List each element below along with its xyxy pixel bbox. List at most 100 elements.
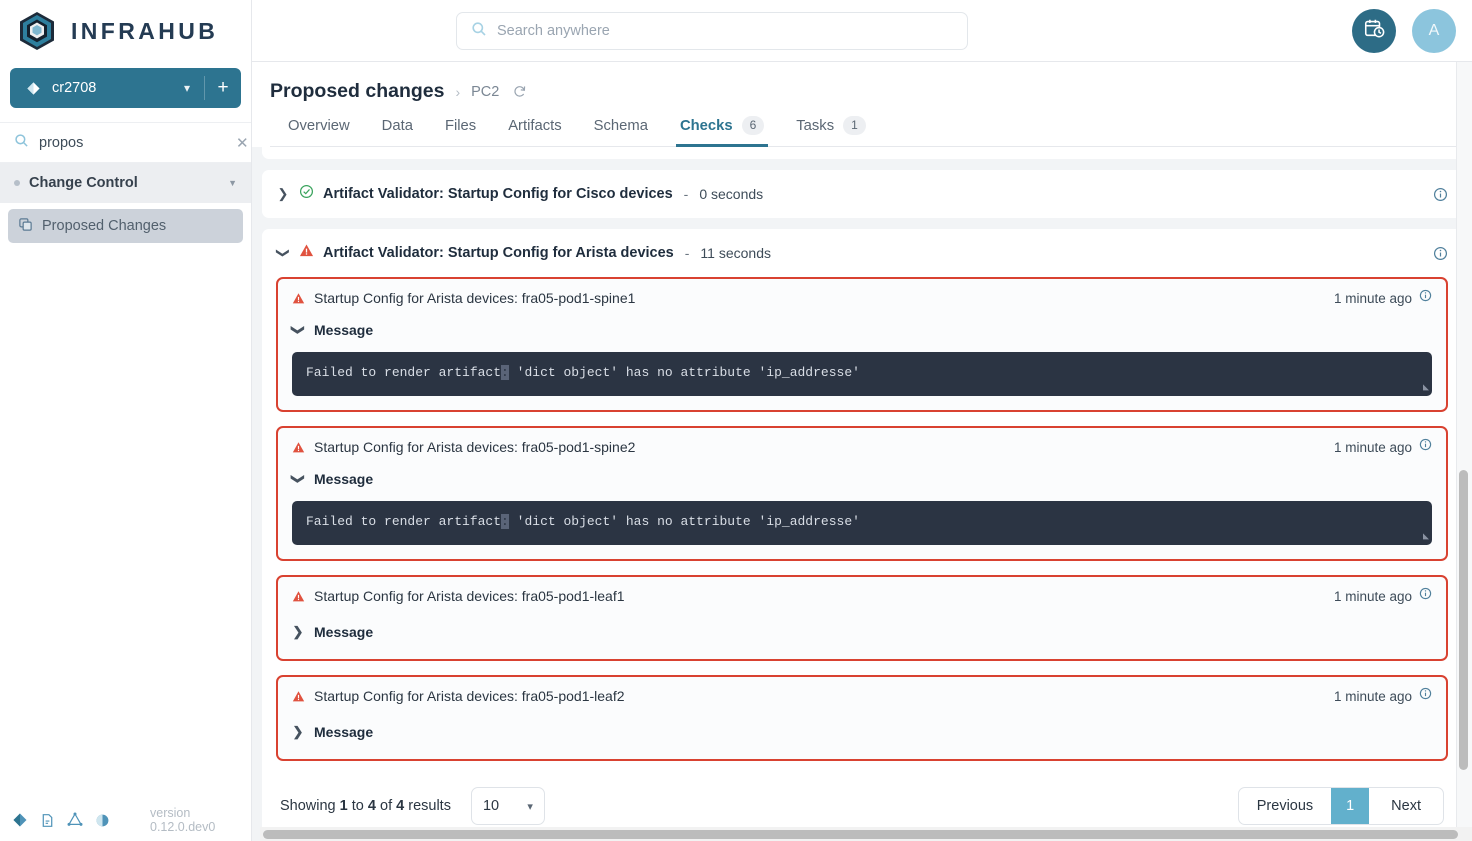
calendar-clock-icon [1363, 17, 1385, 44]
result-meta: 1 minute ago [1334, 587, 1432, 605]
main-area: A Proposed changes › PC2 Overview Data F… [252, 0, 1472, 841]
check-result-row[interactable]: Startup Config for Arista devices: fra05… [276, 426, 1448, 561]
message-code-block[interactable]: Failed to render artifact: 'dict object'… [292, 352, 1432, 396]
check-result-row[interactable]: Startup Config for Arista devices: fra05… [276, 675, 1448, 761]
top-bar: A [252, 0, 1472, 62]
result-meta: 1 minute ago [1334, 438, 1432, 456]
message-label: Message [314, 624, 373, 640]
check-result-row[interactable]: Startup Config for Arista devices: fra05… [276, 277, 1448, 412]
caret-down-icon[interactable]: ▼ [228, 178, 237, 188]
message-toggle[interactable]: ❯ Message [292, 719, 1432, 745]
resize-grip-icon[interactable]: ◢ [1423, 531, 1429, 543]
checks-scroll-area[interactable]: ❯ Artifact Validator: Startup Config for… [252, 147, 1472, 841]
info-icon[interactable] [1419, 289, 1432, 307]
page-size-select[interactable]: 10 ▾ [471, 787, 545, 825]
avatar[interactable]: A [1412, 9, 1456, 53]
infrahub-cube-logo-icon [16, 10, 58, 52]
message-code-block[interactable]: Failed to render artifact: 'dict object'… [292, 501, 1432, 545]
chevron-down-icon[interactable]: ❯ [290, 324, 306, 336]
chevron-right-icon[interactable]: ❯ [276, 186, 290, 202]
add-branch-button[interactable]: + [205, 77, 241, 99]
sidebar: INFRAHUB cr2708 ▾ + ✕ [0, 0, 252, 841]
check-header[interactable]: ❯ Artifact Validator: Startup Config for… [276, 229, 1448, 277]
tab-data[interactable]: Data [366, 116, 429, 146]
branch-selector[interactable]: cr2708 ▾ + [10, 68, 241, 108]
info-icon[interactable] [1433, 246, 1448, 261]
global-search[interactable] [456, 12, 968, 50]
avatar-initial: A [1429, 22, 1440, 40]
chevron-right-icon[interactable]: ❯ [292, 624, 304, 640]
message-toggle[interactable]: ❯ Message [292, 619, 1432, 645]
chevron-down-icon[interactable]: ❯ [290, 473, 306, 485]
tab-schema[interactable]: Schema [578, 116, 664, 146]
previous-page-button[interactable]: Previous [1239, 788, 1331, 824]
check-card-cisco[interactable]: ❯ Artifact Validator: Startup Config for… [262, 170, 1462, 218]
showing-label: Showing [280, 798, 336, 814]
results-label: results [408, 798, 451, 814]
breadcrumb-current: PC2 [471, 84, 499, 100]
tab-artifacts[interactable]: Artifacts [492, 116, 577, 146]
chevron-down-icon[interactable]: ▾ [170, 81, 204, 95]
tab-tasks[interactable]: Tasks 1 [780, 116, 882, 146]
globe-icon[interactable] [95, 813, 110, 828]
result-header: Startup Config for Arista devices: fra05… [292, 428, 1432, 466]
brand-name: INFRAHUB [71, 18, 218, 45]
sidebar-group-label: Change Control [29, 175, 138, 191]
message-toggle[interactable]: ❯ Message [292, 466, 1432, 492]
chevron-down-icon[interactable]: ❯ [275, 246, 291, 260]
range-of-label: of [380, 798, 392, 814]
document-icon[interactable] [40, 813, 55, 828]
page-title[interactable]: Proposed changes [270, 80, 444, 103]
tab-label: Schema [594, 118, 648, 134]
info-icon[interactable] [1433, 187, 1448, 202]
message-label: Message [314, 724, 373, 740]
next-page-button[interactable]: Next [1369, 788, 1443, 824]
tab-overview[interactable]: Overview [272, 116, 366, 146]
sidebar-search[interactable]: ✕ [0, 122, 251, 163]
app-root: INFRAHUB cr2708 ▾ + ✕ [0, 0, 1472, 841]
result-header: Startup Config for Arista devices: fra05… [292, 279, 1432, 317]
info-icon[interactable] [1419, 438, 1432, 456]
tab-label: Tasks [796, 118, 834, 134]
message-text-highlight: : [501, 365, 509, 380]
check-header[interactable]: ❯ Artifact Validator: Startup Config for… [276, 170, 1448, 218]
vertical-scrollbar-thumb[interactable] [1459, 470, 1468, 770]
brand-logo[interactable]: INFRAHUB [0, 0, 251, 62]
check-circle-icon [299, 184, 314, 204]
chevron-right-icon[interactable]: ❯ [292, 724, 304, 740]
sidebar-search-input[interactable] [39, 135, 226, 151]
check-card-clipped[interactable] [262, 147, 1462, 159]
check-card-arista[interactable]: ❯ Artifact Validator: Startup Config for… [262, 229, 1462, 841]
info-icon[interactable] [1419, 687, 1432, 705]
branch-name: cr2708 [52, 80, 170, 96]
message-text-post: 'dict object' has no attribute 'ip_addre… [509, 514, 860, 529]
horizontal-scrollbar[interactable] [260, 827, 1472, 841]
message-text-pre: Failed to render artifact [306, 365, 501, 380]
version-label: version 0.12.0.dev0 [150, 806, 239, 834]
tab-files[interactable]: Files [429, 116, 492, 146]
resize-grip-icon[interactable]: ◢ [1423, 382, 1429, 394]
message-toggle[interactable]: ❯ Message [292, 317, 1432, 343]
sidebar-item-proposed-changes[interactable]: Proposed Changes [8, 209, 243, 243]
warning-triangle-icon [292, 590, 305, 603]
close-icon[interactable]: ✕ [236, 134, 249, 152]
result-title: Startup Config for Arista devices: fra05… [314, 688, 625, 704]
calendar-clock-button[interactable] [1352, 9, 1396, 53]
tab-bar: Overview Data Files Artifacts Schema Che… [270, 103, 1472, 147]
global-search-input[interactable] [497, 23, 953, 39]
range-total: 4 [396, 798, 404, 814]
page-number-1-button[interactable]: 1 [1331, 788, 1369, 824]
tab-checks[interactable]: Checks 6 [664, 116, 780, 146]
vertical-scrollbar[interactable] [1459, 150, 1468, 810]
result-timestamp: 1 minute ago [1334, 689, 1412, 704]
range-to-label: to [352, 798, 364, 814]
sidebar-group-change-control[interactable]: Change Control ▼ [0, 163, 251, 203]
result-title: Startup Config for Arista devices: fra05… [314, 588, 625, 604]
refresh-icon[interactable] [512, 84, 527, 99]
info-icon[interactable] [1419, 587, 1432, 605]
check-result-row[interactable]: Startup Config for Arista devices: fra05… [276, 575, 1448, 661]
git-branch-icon[interactable] [12, 812, 28, 828]
horizontal-scrollbar-thumb[interactable] [263, 830, 1458, 839]
bullet-icon [14, 180, 20, 186]
graphql-icon[interactable] [67, 812, 83, 828]
